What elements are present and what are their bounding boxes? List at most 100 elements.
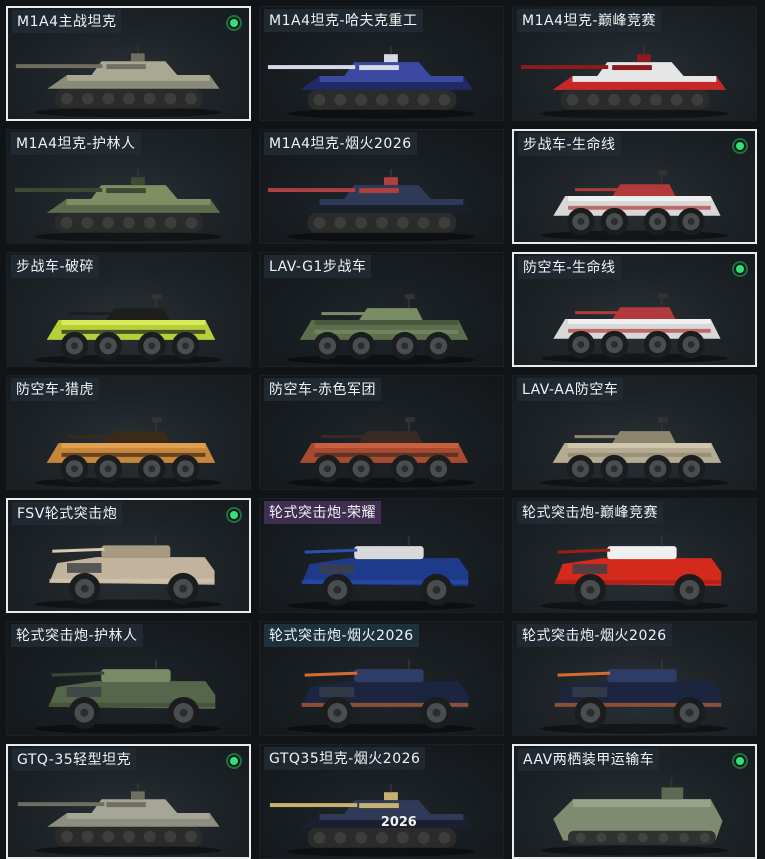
vehicle-body	[15, 45, 222, 118]
vehicle-body	[33, 294, 223, 365]
vehicle-card[interactable]: GTQ35坦克-烟火2026 2026	[259, 744, 504, 859]
vehicle-card[interactable]: GTQ-35轻型坦克	[6, 744, 251, 859]
vehicle-name-label: M1A4坦克-哈夫克重工	[264, 9, 423, 32]
vehicle-name-label: GTQ-35轻型坦克	[12, 748, 137, 771]
vehicle-image	[260, 278, 503, 366]
vehicle-card[interactable]: 轮式突击炮-烟火2026	[259, 621, 504, 736]
vehicle-body	[14, 169, 223, 242]
vehicle-body	[17, 783, 222, 856]
vehicle-name-label: 步战车-生命线	[518, 133, 621, 156]
vehicle-body	[286, 659, 476, 734]
vehicle-illustration	[286, 536, 476, 611]
vehicle-illustration	[267, 46, 476, 119]
vehicle-name-label: 轮式突击炮-巅峰竞赛	[517, 501, 664, 524]
vehicle-name-label: AAV两栖装甲运输车	[518, 748, 660, 771]
vehicle-body	[539, 536, 729, 611]
vehicle-name-label: M1A4主战坦克	[12, 10, 122, 33]
vehicle-image	[260, 155, 503, 243]
vehicle-name-label: 轮式突击炮-荣耀	[264, 501, 382, 524]
vehicle-illustration	[286, 294, 476, 365]
vehicle-body	[539, 417, 729, 488]
vehicle-image	[260, 524, 503, 612]
equipped-status-icon	[226, 15, 242, 31]
vehicle-image	[513, 647, 756, 735]
equipped-status-icon	[226, 753, 242, 769]
equipped-status-icon	[732, 261, 748, 277]
vehicle-name-label: 轮式突击炮-烟火2026	[517, 624, 672, 647]
vehicle-image	[514, 154, 755, 242]
vehicle-body	[33, 417, 223, 488]
vehicle-body	[33, 659, 223, 734]
vehicle-image	[260, 32, 503, 120]
vehicle-image	[514, 769, 755, 857]
vehicle-name-label: LAV-AA防空车	[517, 378, 624, 401]
vehicle-image	[260, 401, 503, 489]
vehicle-illustration	[15, 45, 222, 118]
vehicle-body	[267, 169, 476, 242]
vehicle-name-label: M1A4坦克-巅峰竞赛	[517, 9, 662, 32]
vehicle-body	[540, 170, 728, 241]
vehicle-body	[540, 293, 728, 364]
equipped-status-icon	[732, 753, 748, 769]
vehicle-illustration	[33, 417, 223, 488]
vehicle-image	[260, 647, 503, 735]
vehicle-card[interactable]: 防空车-赤色军团	[259, 375, 504, 490]
vehicle-name-label: 轮式突击炮-护林人	[11, 624, 143, 647]
vehicle-card[interactable]: FSV轮式突击炮	[6, 498, 251, 613]
vehicle-card[interactable]: 轮式突击炮-巅峰竞赛	[512, 498, 757, 613]
vehicle-card[interactable]: 轮式突击炮-护林人	[6, 621, 251, 736]
vehicle-name-label: GTQ35坦克-烟火2026	[264, 747, 426, 770]
vehicle-illustration	[33, 659, 223, 734]
vehicle-illustration	[267, 169, 476, 242]
vehicle-card[interactable]: 步战车-生命线	[512, 129, 757, 244]
vehicle-illustration	[17, 783, 222, 856]
vehicle-card[interactable]: M1A4坦克-烟火2026	[259, 129, 504, 244]
vehicle-illustration	[33, 294, 223, 365]
vehicle-illustration	[539, 659, 729, 734]
vehicle-illustration	[540, 293, 728, 364]
vehicle-name-label: M1A4坦克-护林人	[11, 132, 141, 155]
vehicle-card[interactable]: LAV-AA防空车	[512, 375, 757, 490]
svg-text:2026: 2026	[381, 815, 417, 830]
vehicle-illustration	[540, 777, 728, 856]
vehicle-body	[267, 46, 476, 119]
vehicle-image	[513, 524, 756, 612]
vehicle-illustration	[520, 46, 729, 119]
vehicle-body	[520, 46, 729, 119]
vehicle-body	[34, 535, 222, 610]
vehicle-body	[539, 659, 729, 734]
vehicle-image	[7, 278, 250, 366]
vehicle-name-label: FSV轮式突击炮	[12, 502, 123, 525]
vehicle-illustration	[539, 417, 729, 488]
vehicle-name-label: 防空车-生命线	[518, 256, 621, 279]
vehicle-body	[286, 417, 476, 488]
vehicle-card[interactable]: 步战车-破碎	[6, 252, 251, 367]
vehicle-card[interactable]: M1A4主战坦克	[6, 6, 251, 121]
vehicle-image	[7, 155, 250, 243]
vehicle-illustration	[14, 169, 223, 242]
vehicle-name-label: LAV-G1步战车	[264, 255, 372, 278]
vehicle-card[interactable]: 防空车-生命线	[512, 252, 757, 367]
vehicle-image	[8, 769, 249, 857]
vehicle-body	[286, 536, 476, 611]
vehicle-image: 2026	[260, 770, 503, 858]
vehicle-image	[7, 401, 250, 489]
vehicle-body: 2026	[269, 784, 476, 857]
vehicle-illustration	[34, 535, 222, 610]
vehicle-illustration	[286, 659, 476, 734]
vehicle-card[interactable]: M1A4坦克-哈夫克重工	[259, 6, 504, 121]
vehicle-name-label: 防空车-赤色军团	[264, 378, 382, 401]
vehicle-card[interactable]: 轮式突击炮-荣耀	[259, 498, 504, 613]
vehicle-image	[7, 647, 250, 735]
vehicle-card[interactable]: M1A4坦克-护林人	[6, 129, 251, 244]
vehicle-image	[8, 31, 249, 119]
vehicle-card[interactable]: M1A4坦克-巅峰竞赛	[512, 6, 757, 121]
vehicle-image	[513, 401, 756, 489]
vehicle-card[interactable]: 轮式突击炮-烟火2026	[512, 621, 757, 736]
vehicle-illustration	[286, 417, 476, 488]
vehicle-card[interactable]: AAV两栖装甲运输车	[512, 744, 757, 859]
vehicle-card[interactable]: 防空车-猎虎	[6, 375, 251, 490]
vehicle-card[interactable]: LAV-G1步战车	[259, 252, 504, 367]
equipped-status-icon	[732, 138, 748, 154]
vehicle-illustration: 2026	[269, 784, 476, 857]
